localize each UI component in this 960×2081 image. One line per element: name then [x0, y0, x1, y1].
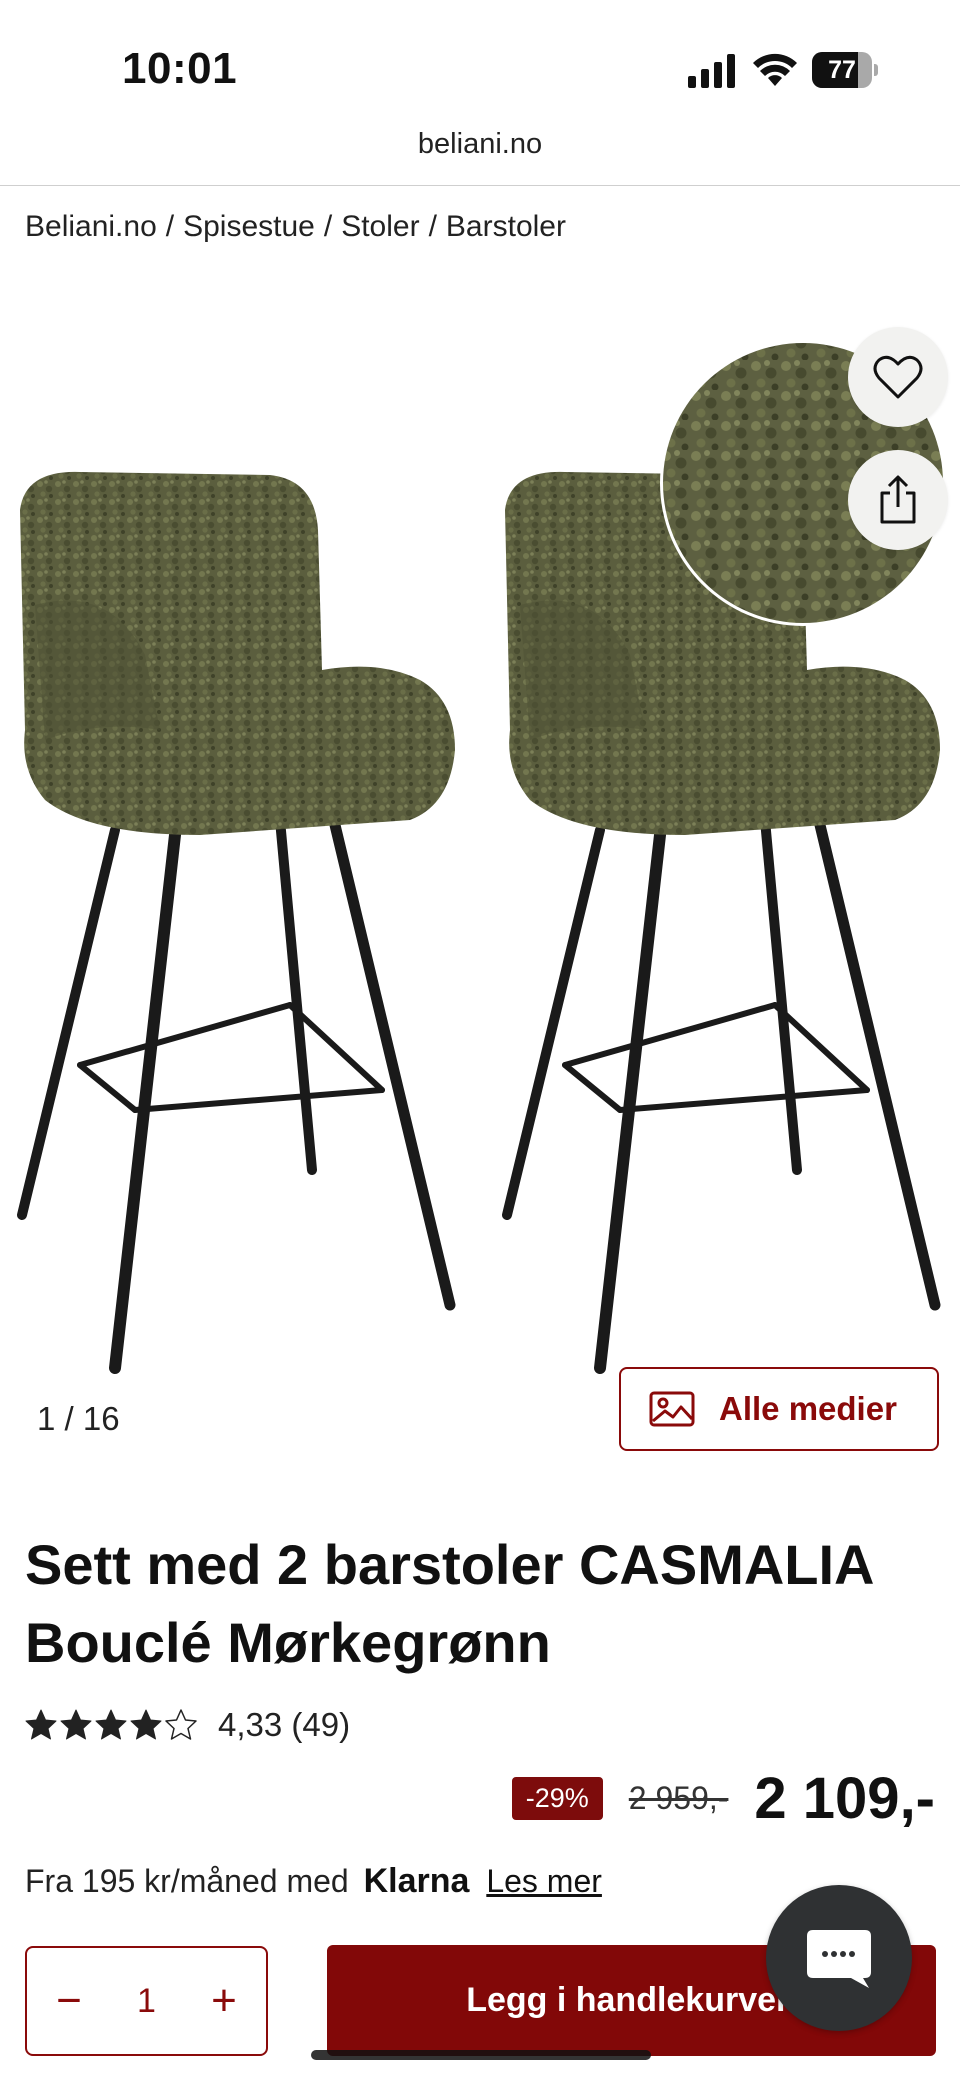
quantity-decrease-button[interactable]: − — [49, 1979, 89, 2023]
all-media-label: Alle medier — [719, 1390, 897, 1427]
gallery-counter: 1 / 16 — [37, 1400, 120, 1438]
product-gallery[interactable] — [0, 300, 960, 1420]
product-title: Sett med 2 barstoler CASMALIA Bouclé Mør… — [25, 1533, 873, 1674]
rating-text: 4,33 (49) — [218, 1706, 351, 1743]
breadcrumb-separator: / — [165, 210, 175, 243]
home-indicator — [311, 2050, 651, 2060]
share-button[interactable] — [848, 450, 948, 550]
image-icon — [649, 1391, 695, 1427]
breadcrumb-barstools[interactable]: Barstoler — [446, 210, 566, 243]
star-filled-icon — [95, 1709, 127, 1740]
star-filled-icon — [60, 1709, 92, 1740]
star-filled-icon — [25, 1709, 57, 1740]
financing-row: Fra 195 kr/måned med Klarna Les mer — [25, 1862, 602, 1901]
current-price: 2 109,- — [754, 1766, 935, 1831]
wifi-icon — [753, 53, 797, 86]
product-rating[interactable]: 4,33 (49) — [25, 1706, 350, 1744]
quantity-increase-button[interactable]: + — [204, 1979, 244, 2023]
gallery-counter-total: 16 — [82, 1400, 120, 1437]
status-bar: 10:01 77 — [0, 0, 960, 130]
price-row: -29% 2 959,- 2 109,- — [511, 1765, 935, 1832]
star-filled-icon — [130, 1709, 162, 1740]
favorite-button[interactable] — [848, 327, 948, 427]
battery-level: 77 — [828, 56, 856, 84]
url-divider — [0, 185, 960, 186]
old-price: 2 959,- — [628, 1780, 729, 1816]
product-image[interactable] — [0, 300, 960, 1420]
signal-icon — [688, 54, 735, 88]
quantity-stepper: − 1 + — [25, 1946, 268, 2056]
chat-icon — [807, 1930, 871, 1988]
share-icon — [880, 475, 916, 524]
all-media-button[interactable]: Alle medier — [619, 1367, 939, 1451]
browser-url[interactable]: beliani.no — [0, 128, 960, 161]
breadcrumb-dining[interactable]: Spisestue — [183, 210, 315, 243]
financing-text: Fra 195 kr/måned med — [25, 1863, 349, 1899]
heart-icon — [873, 355, 923, 399]
gallery-counter-current: 1 / — [37, 1400, 74, 1437]
chat-button[interactable] — [766, 1885, 912, 2031]
status-time: 10:01 — [122, 44, 238, 93]
rating-stars — [25, 1709, 200, 1741]
breadcrumb-separator: / — [428, 210, 437, 243]
breadcrumb-separator: / — [323, 210, 333, 243]
breadcrumb: Beliani.no / Spisestue / Stoler / Barstoler — [25, 210, 566, 244]
battery-icon: 77 — [812, 52, 878, 88]
breadcrumb-chairs[interactable]: Stoler — [341, 210, 419, 243]
klarna-logo: Klarna — [363, 1862, 470, 1900]
breadcrumb-home[interactable]: Beliani.no — [25, 210, 157, 243]
read-more-link[interactable]: Les mer — [486, 1863, 602, 1899]
quantity-value[interactable]: 1 — [137, 1982, 156, 2021]
star-empty-icon — [165, 1709, 197, 1740]
discount-badge: -29% — [511, 1777, 603, 1820]
